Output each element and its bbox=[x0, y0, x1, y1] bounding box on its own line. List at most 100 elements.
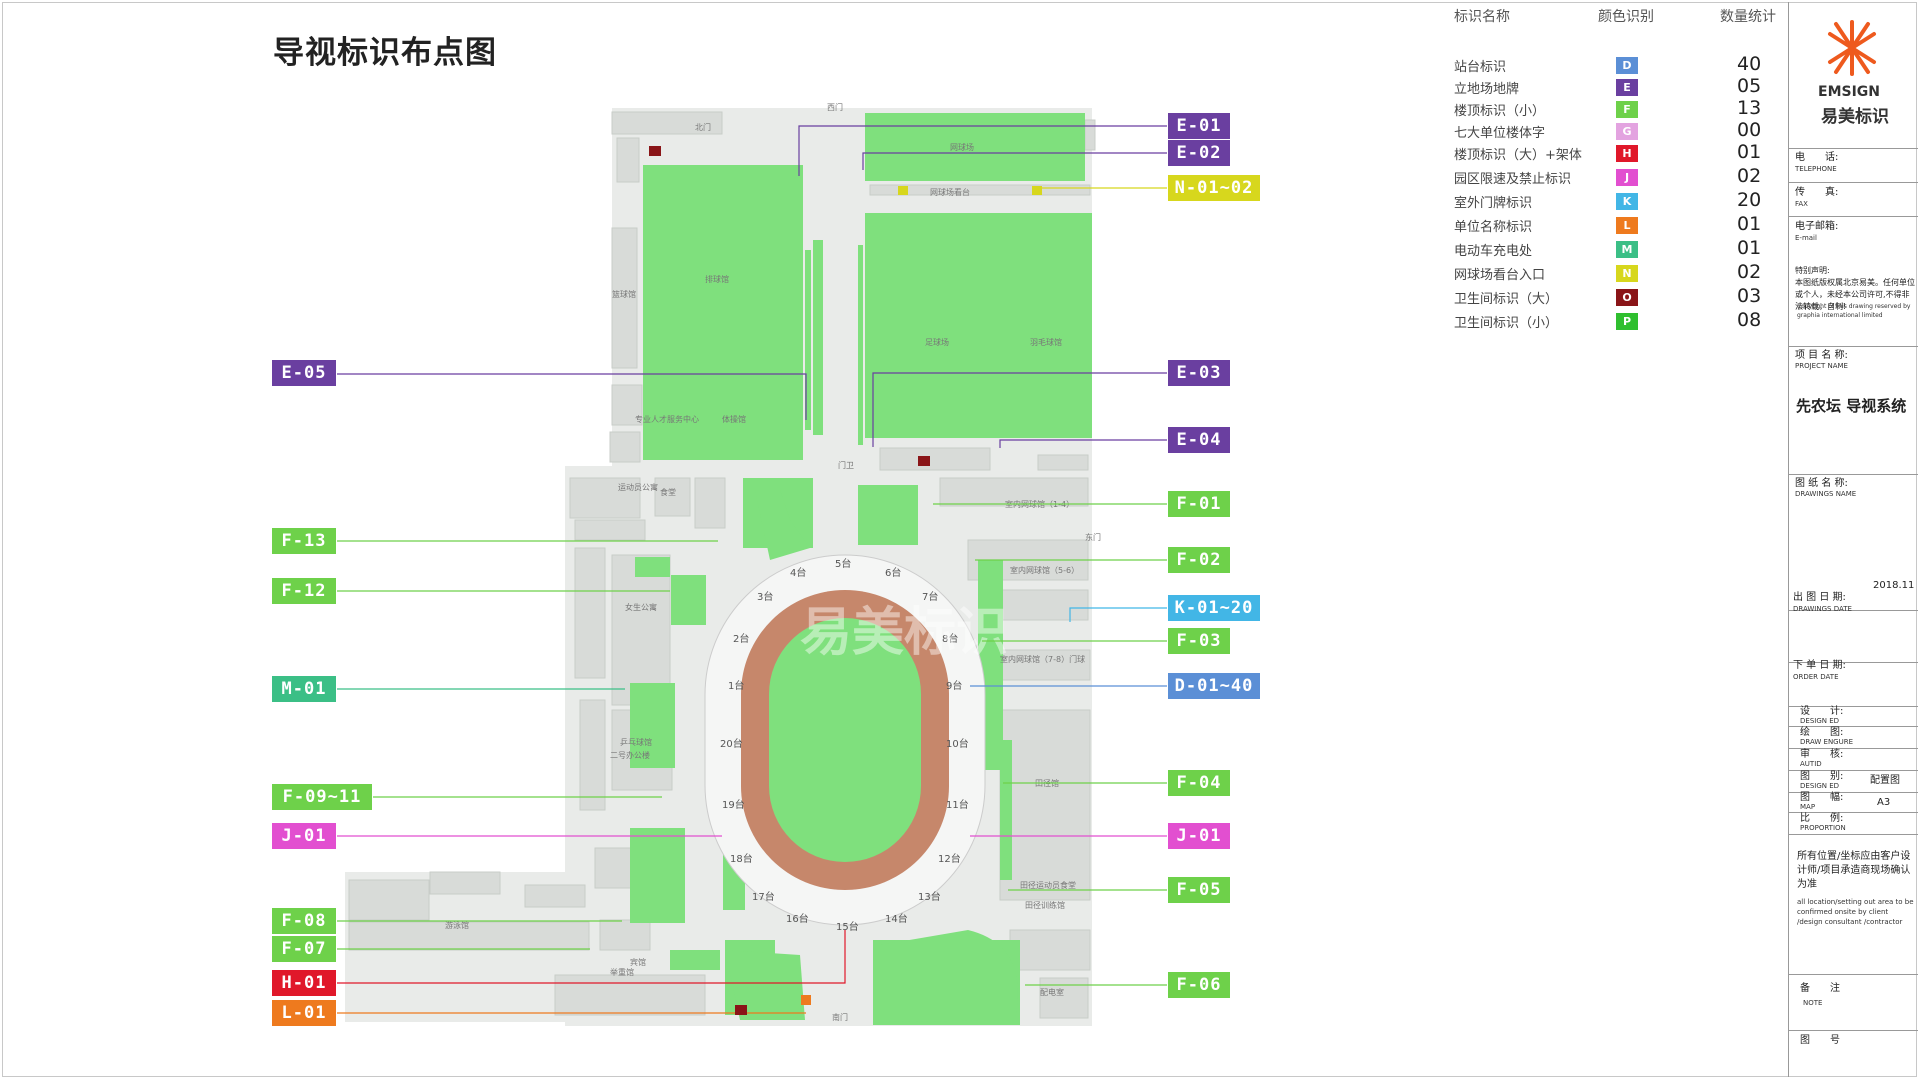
tag-e05[interactable]: E-05 bbox=[272, 360, 336, 386]
map-label: 室内网球馆（5-6） bbox=[1010, 565, 1079, 575]
track-label: 18台 bbox=[730, 852, 753, 865]
note-label: 备 注 bbox=[1800, 983, 1840, 994]
map-label: 羽毛球馆 bbox=[1030, 337, 1062, 347]
tag-f08[interactable]: F-08 bbox=[272, 908, 336, 934]
draw-date-label: 出 图 日 期: bbox=[1793, 592, 1846, 603]
map-label: 室内网球馆（7-8）门球 bbox=[1000, 654, 1085, 664]
legend-row: 电动车充电处 M 01 bbox=[1454, 237, 1782, 261]
tb-divider bbox=[1789, 974, 1918, 975]
legend-name: 单位名称标识 bbox=[1454, 220, 1533, 235]
tag-e02[interactable]: E-02 bbox=[1168, 140, 1230, 166]
copyright-en: Copyright of this drawing reserved by gr… bbox=[1797, 303, 1911, 319]
map-label: 专业人才服务中心 bbox=[635, 414, 699, 424]
design-label-en: DESIGN ED bbox=[1800, 717, 1840, 725]
map-label: 南门 bbox=[832, 1012, 848, 1022]
toilet-marker bbox=[735, 1005, 747, 1015]
date-value: 2018.11 bbox=[1873, 580, 1915, 591]
map-label: 女生公寓 bbox=[625, 602, 657, 612]
track-label: 19台 bbox=[722, 798, 745, 811]
map-label: 网球场看台 bbox=[930, 187, 970, 197]
map-label: 食堂 bbox=[660, 487, 676, 497]
legend-count: 01 bbox=[1737, 213, 1762, 235]
project-name: 先农坛 导视系统 bbox=[1796, 397, 1907, 415]
drawing-label-en: DRAW ENGURE bbox=[1800, 738, 1854, 746]
tag-f05[interactable]: F-05 bbox=[1168, 877, 1230, 903]
track-label: 13台 bbox=[918, 890, 941, 903]
legend-count: 40 bbox=[1737, 53, 1762, 75]
notice-en: all location/setting out area to be conf… bbox=[1797, 898, 1914, 926]
tag-f13[interactable]: F-13 bbox=[272, 528, 336, 554]
tag-f09-11[interactable]: F-09~11 bbox=[272, 784, 372, 810]
legend-row: 楼顶标识（小） F 13 bbox=[1454, 97, 1782, 121]
legend-row: 立地场地牌 E 05 bbox=[1454, 75, 1782, 99]
scale-label-en: PROPORTION bbox=[1800, 824, 1846, 832]
draw-date-label-en: DRAWINGS DATE bbox=[1793, 605, 1852, 613]
tag-n01-02[interactable]: N-01~02 bbox=[1168, 175, 1260, 201]
toilet-marker bbox=[918, 456, 930, 466]
track-label: 5台 bbox=[835, 557, 851, 570]
tb-divider bbox=[1789, 834, 1918, 835]
track-label: 17台 bbox=[752, 890, 775, 903]
tag-e01[interactable]: E-01 bbox=[1168, 113, 1230, 139]
track-label: 1台 bbox=[728, 679, 744, 692]
legend-name: 楼顶标识（小） bbox=[1454, 104, 1546, 119]
tag-e03[interactable]: E-03 bbox=[1168, 360, 1230, 386]
drawing-no-label: 图 号 bbox=[1800, 1035, 1840, 1046]
map-label: 田径运动员食堂 bbox=[1020, 880, 1076, 890]
legend-name: 园区限速及禁止标识 bbox=[1454, 172, 1572, 187]
map-label: 篮球馆 bbox=[612, 289, 636, 299]
audit-label-en: AUTID bbox=[1800, 760, 1822, 768]
map-label: 网球场 bbox=[950, 142, 974, 152]
size-value: A3 bbox=[1877, 797, 1891, 808]
track-label: 6台 bbox=[885, 566, 901, 579]
tag-j01-right[interactable]: J-01 bbox=[1168, 823, 1230, 849]
tb-divider bbox=[1789, 148, 1918, 149]
legend-swatch: G bbox=[1616, 123, 1638, 140]
track-label: 16台 bbox=[786, 912, 809, 925]
tag-m01[interactable]: M-01 bbox=[272, 676, 336, 702]
legend-name: 电动车充电处 bbox=[1454, 244, 1533, 259]
track-label: 20台 bbox=[720, 737, 743, 750]
legend-swatch: L bbox=[1616, 217, 1638, 234]
legend-name: 楼顶标识（大）+架体 bbox=[1454, 148, 1582, 163]
map-label: 足球场 bbox=[925, 337, 949, 347]
track-label: 14台 bbox=[885, 912, 908, 925]
tel-label: 电 话: bbox=[1795, 152, 1839, 163]
tag-f02[interactable]: F-02 bbox=[1168, 547, 1230, 573]
tag-f03[interactable]: F-03 bbox=[1168, 628, 1230, 654]
map-label: 东门 bbox=[1085, 532, 1101, 542]
legend-name: 七大单位楼体字 bbox=[1454, 126, 1546, 141]
tag-f12[interactable]: F-12 bbox=[272, 578, 336, 604]
legend-count: 03 bbox=[1737, 285, 1762, 307]
map-label: 门卫 bbox=[838, 460, 854, 470]
tag-j01-left[interactable]: J-01 bbox=[272, 823, 336, 849]
map-label: 西门 bbox=[827, 102, 843, 112]
tag-f04[interactable]: F-04 bbox=[1168, 770, 1230, 796]
tag-k01-20[interactable]: K-01~20 bbox=[1168, 595, 1260, 621]
orange-marker bbox=[801, 995, 811, 1005]
tag-f01[interactable]: F-01 bbox=[1168, 491, 1230, 517]
tag-l01[interactable]: L-01 bbox=[272, 1000, 336, 1026]
legend-swatch: N bbox=[1616, 265, 1638, 282]
legend-count: 05 bbox=[1737, 75, 1762, 97]
legend-row: 站台标识 D 40 bbox=[1454, 53, 1782, 77]
tag-h01[interactable]: H-01 bbox=[272, 970, 336, 996]
fax-label-en: FAX bbox=[1795, 200, 1808, 208]
legend-count: 08 bbox=[1737, 309, 1762, 331]
tag-d01-40[interactable]: D-01~40 bbox=[1168, 673, 1260, 699]
email-label-en: E-mail bbox=[1795, 234, 1817, 242]
tag-f06[interactable]: F-06 bbox=[1168, 972, 1230, 998]
legend-swatch: D bbox=[1616, 57, 1638, 74]
legend-row: 楼顶标识（大）+架体 H 01 bbox=[1454, 141, 1782, 165]
legend-row: 园区限速及禁止标识 J 02 bbox=[1454, 165, 1782, 189]
tag-e04[interactable]: E-04 bbox=[1168, 427, 1230, 453]
legend-swatch: F bbox=[1616, 101, 1638, 118]
tag-f07[interactable]: F-07 bbox=[272, 936, 336, 962]
n-marker bbox=[1032, 186, 1042, 195]
legend-name: 室外门牌标识 bbox=[1454, 196, 1533, 211]
tel-label-en: TELEPHONE bbox=[1795, 165, 1837, 173]
logo-cn: 易美标识 bbox=[1821, 107, 1889, 127]
category-value: 配置图 bbox=[1870, 775, 1900, 786]
track-label: 12台 bbox=[938, 852, 961, 865]
track-label: 11台 bbox=[946, 798, 969, 811]
